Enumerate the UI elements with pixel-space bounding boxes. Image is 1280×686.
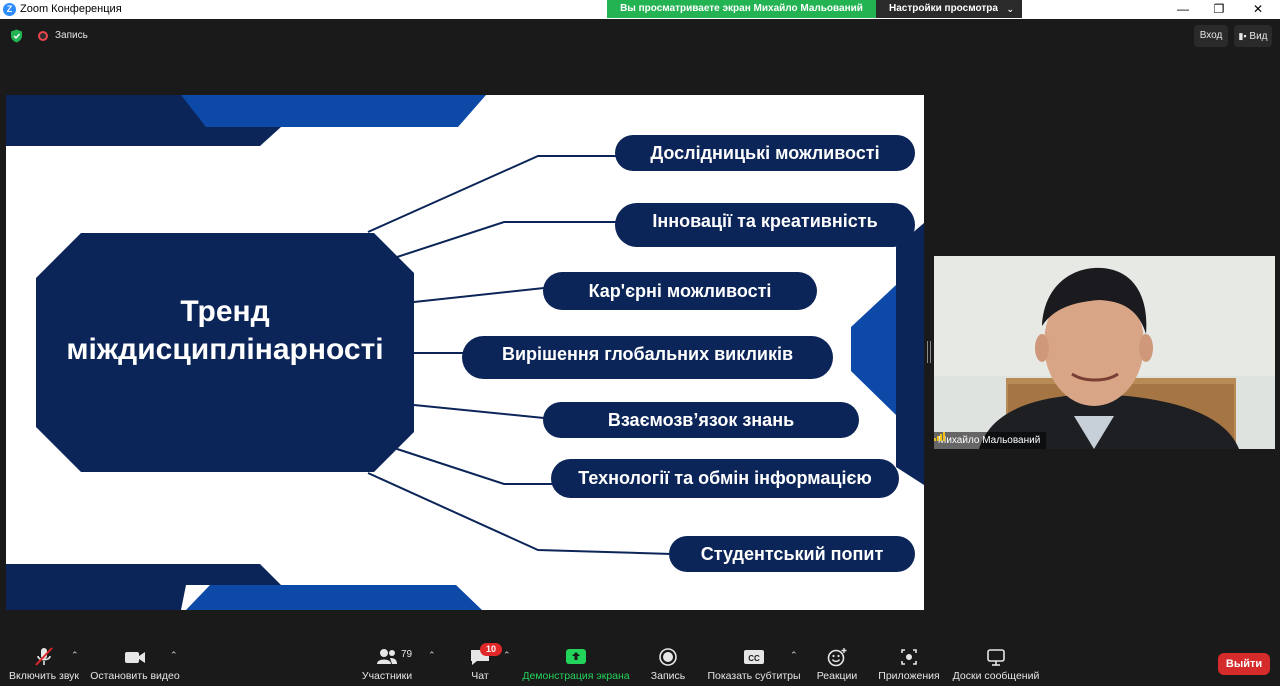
apps-label: Приложения	[878, 670, 940, 682]
show-captions-label: Показать субтитры	[707, 670, 801, 682]
whiteboards-button[interactable]: Доски сообщений	[950, 645, 1042, 685]
participant-video-image	[934, 256, 1275, 449]
participant-video[interactable]: Михайло Мальований	[934, 256, 1275, 449]
share-screen-icon	[566, 649, 586, 664]
chat-options-caret-icon[interactable]: ⌃	[503, 650, 511, 661]
stop-video-button[interactable]: Остановить видео	[90, 645, 180, 685]
captions-options-caret-icon[interactable]: ⌃	[790, 650, 798, 661]
chat-unread-badge: 10	[480, 643, 502, 656]
svg-text:CC: CC	[748, 654, 760, 663]
leave-meeting-button[interactable]: Выйти	[1218, 653, 1270, 675]
chevron-down-icon: ⌄	[1006, 4, 1014, 14]
unmute-label: Включить звук	[8, 670, 80, 682]
slide-center-title: Тренд міждисциплінарності	[36, 293, 414, 369]
share-screen-label: Демонстрация экрана	[522, 670, 630, 682]
video-camera-icon	[125, 652, 145, 663]
participants-options-caret-icon[interactable]: ⌃	[428, 650, 436, 661]
stop-video-label: Остановить видео	[90, 670, 180, 682]
apps-button[interactable]: Приложения	[874, 645, 944, 685]
branch-knowledge-links: Взаємозв’язок знань	[543, 402, 859, 438]
participants-label: Участники	[361, 670, 413, 682]
participant-name: Михайло Мальований	[938, 435, 1041, 446]
shield-icon[interactable]	[10, 29, 23, 43]
right-accent-shape	[851, 285, 896, 415]
apps-icon	[901, 649, 917, 665]
close-button[interactable]: ✕	[1240, 0, 1276, 19]
reactions-label: Реакции	[816, 670, 858, 682]
record-button-icon	[659, 648, 677, 666]
audio-options-caret-icon[interactable]: ⌃	[71, 650, 79, 661]
splitter-handle[interactable]	[927, 341, 931, 363]
branch-technology: Технології та обмін інформацією	[551, 459, 899, 498]
slide-title-line1: Тренд	[180, 295, 270, 328]
microphone-muted-icon	[35, 647, 53, 666]
branch-career: Кар'єрні можливості	[543, 272, 817, 310]
window-title: Zoom Конференция	[20, 3, 122, 15]
bottom-accent-band	[186, 585, 482, 610]
reactions-smiley-icon	[827, 648, 847, 667]
right-dark-shape	[896, 223, 924, 485]
branch-research: Дослідницькі можливості	[615, 135, 915, 171]
view-icon: ▮▪	[1238, 31, 1247, 41]
zoom-logo-icon: Z	[3, 3, 16, 16]
branch-innovation: Інновації та креативність	[615, 203, 915, 247]
participants-count: 79	[401, 649, 413, 660]
participants-icon	[377, 649, 397, 664]
record-button[interactable]: Запись	[644, 645, 692, 685]
video-options-caret-icon[interactable]: ⌃	[170, 650, 178, 661]
reactions-button[interactable]: Реакции	[812, 645, 862, 685]
enter-button[interactable]: Вход	[1194, 25, 1228, 47]
branch-student-demand: Студентський попит	[669, 536, 915, 572]
record-label: Запись	[650, 670, 686, 682]
whiteboard-icon	[987, 649, 1005, 666]
branch-global-challenges: Вирішення глобальних викликів	[462, 336, 833, 379]
view-button-label: Вид	[1249, 31, 1268, 42]
shared-screen-slide: Тренд міждисциплінарності Дослідницькі м…	[6, 95, 924, 610]
recording-label: Запись	[55, 30, 88, 41]
share-screen-button[interactable]: Демонстрация экрана	[520, 645, 632, 685]
show-captions-button[interactable]: CC Показать субтитры	[704, 645, 804, 685]
signal-strength-icon	[934, 432, 945, 441]
slide-title-line2: міждисциплінарності	[66, 333, 384, 366]
whiteboards-label: Доски сообщений	[952, 670, 1040, 682]
screen-share-banner: Вы просматриваете экран Михайло Мальован…	[607, 0, 876, 18]
chat-label: Чат	[471, 670, 489, 682]
minimize-button[interactable]: —	[1165, 0, 1201, 19]
view-settings-dropdown[interactable]: Настройки просмотра ⌄	[876, 0, 1022, 18]
record-icon	[38, 31, 48, 41]
restore-button[interactable]: ❐	[1201, 0, 1237, 19]
participant-name-tag: Михайло Мальований	[934, 432, 1047, 449]
view-button[interactable]: ▮▪ Вид	[1234, 25, 1272, 47]
closed-captions-icon: CC	[744, 650, 764, 664]
view-settings-label: Настройки просмотра	[889, 3, 998, 14]
